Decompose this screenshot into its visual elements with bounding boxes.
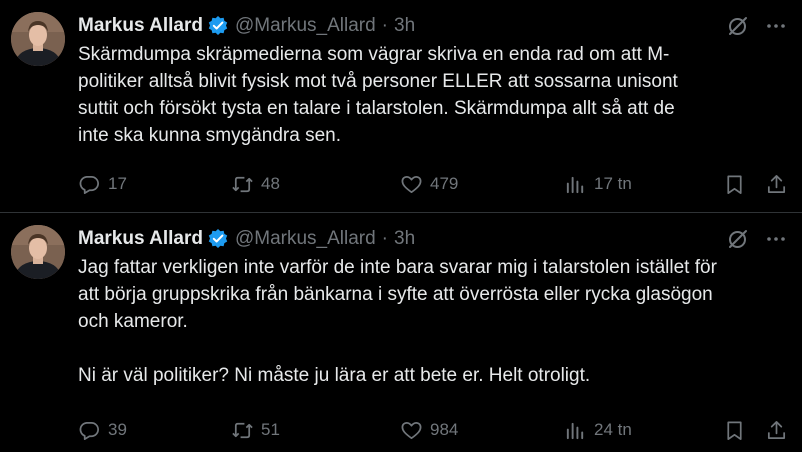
reply-icon: [79, 421, 99, 440]
avatar[interactable]: [11, 12, 65, 66]
views-button[interactable]: 17 tn: [564, 170, 632, 198]
grok-icon[interactable]: [726, 227, 750, 251]
bookmark-button[interactable]: [723, 416, 746, 444]
verified-badge-icon[interactable]: [207, 228, 229, 250]
views-button[interactable]: 24 tn: [564, 416, 632, 444]
repost-button[interactable]: 48: [231, 170, 280, 198]
like-count: 479: [430, 174, 459, 193]
author-handle[interactable]: @Markus_Allard: [235, 225, 376, 253]
author-handle[interactable]: @Markus_Allard: [235, 12, 376, 40]
display-name[interactable]: Markus Allard: [78, 225, 203, 253]
reply-count: 39: [108, 420, 127, 439]
repost-count: 51: [261, 420, 280, 439]
separator-dot: ·: [381, 228, 388, 249]
tweet[interactable]: Markus Allard @Markus_Allard · 3h: [0, 213, 802, 452]
bookmark-button[interactable]: [723, 170, 746, 198]
like-icon: [401, 175, 422, 193]
more-icon[interactable]: [764, 14, 788, 38]
like-count: 984: [430, 420, 459, 439]
repost-icon: [232, 422, 253, 438]
timeline-feed: Markus Allard @Markus_Allard · 3h Skärmd…: [0, 0, 802, 452]
share-icon: [767, 420, 786, 439]
timestamp[interactable]: 3h: [394, 12, 415, 40]
bookmark-icon: [727, 174, 742, 194]
repost-count: 48: [261, 174, 280, 193]
like-icon: [401, 421, 422, 439]
tweet-text: Skärmdumpa skräpmedierna som vägrar skri…: [78, 44, 678, 146]
timestamp[interactable]: 3h: [394, 225, 415, 253]
share-button[interactable]: [765, 170, 788, 198]
tweet-top-actions: [726, 14, 788, 38]
more-icon[interactable]: [764, 227, 788, 251]
like-button[interactable]: 479: [400, 170, 458, 198]
bookmark-icon: [727, 420, 742, 440]
views-count: 24 tn: [594, 420, 632, 439]
tweet-actions: 39 51 984 24 tn: [78, 416, 790, 444]
reply-count: 17: [108, 174, 127, 193]
tweet-actions: 17 48 479 17 tn: [78, 170, 790, 198]
repost-button[interactable]: 51: [231, 416, 280, 444]
repost-icon: [232, 176, 253, 192]
views-icon: [566, 422, 584, 439]
verified-badge-icon[interactable]: [207, 15, 229, 37]
tweet-header: Markus Allard @Markus_Allard · 3h: [78, 225, 415, 253]
tweet-top-actions: [726, 227, 788, 251]
views-count: 17 tn: [594, 174, 632, 193]
tweet-header: Markus Allard @Markus_Allard · 3h: [78, 12, 415, 40]
display-name[interactable]: Markus Allard: [78, 12, 203, 40]
tweet-text: Jag fattar verkligen inte varför de inte…: [78, 257, 717, 386]
views-icon: [566, 176, 584, 193]
reply-button[interactable]: 17: [78, 170, 127, 198]
share-icon: [767, 174, 786, 193]
share-button[interactable]: [765, 416, 788, 444]
separator-dot: ·: [381, 15, 388, 36]
like-button[interactable]: 984: [400, 416, 458, 444]
avatar[interactable]: [11, 225, 65, 279]
reply-button[interactable]: 39: [78, 416, 127, 444]
reply-icon: [79, 175, 99, 194]
grok-icon[interactable]: [726, 14, 750, 38]
tweet[interactable]: Markus Allard @Markus_Allard · 3h: [0, 0, 802, 212]
